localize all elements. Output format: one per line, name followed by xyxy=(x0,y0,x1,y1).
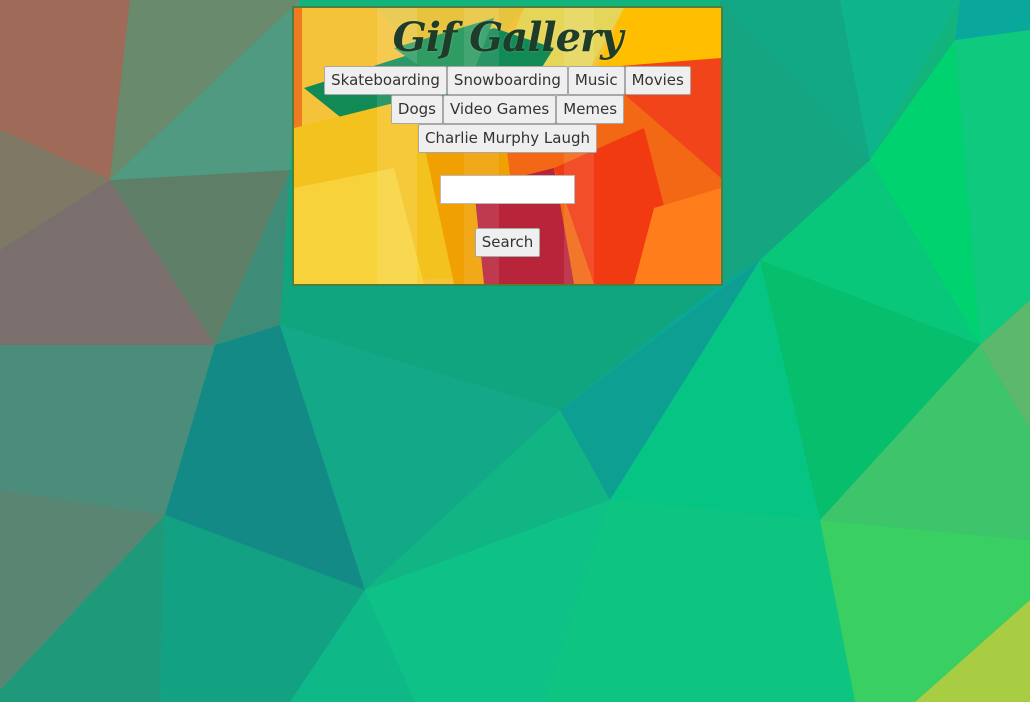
search-button-wrapper: Search xyxy=(294,228,721,257)
search-button[interactable]: Search xyxy=(474,228,541,257)
topic-button-snowboarding[interactable]: Snowboarding xyxy=(446,66,568,95)
header-panel: Gif Gallery Skateboarding Snowboarding M… xyxy=(292,6,723,286)
topic-button-music[interactable]: Music xyxy=(567,66,625,95)
topic-button-skateboarding[interactable]: Skateboarding xyxy=(324,66,447,95)
page-background: Gif Gallery Skateboarding Snowboarding M… xyxy=(0,0,1030,702)
topic-button-video-games[interactable]: Video Games xyxy=(442,95,557,124)
search-input[interactable] xyxy=(440,175,575,204)
topic-button-dogs[interactable]: Dogs xyxy=(390,95,443,124)
topic-button-movies[interactable]: Movies xyxy=(624,66,691,95)
topic-button-charlie-murphy-laugh[interactable]: Charlie Murphy Laugh xyxy=(417,124,598,153)
search-field-wrapper xyxy=(294,175,721,204)
topic-button-memes[interactable]: Memes xyxy=(556,95,625,124)
topic-button-group: Skateboarding Snowboarding Music Movies … xyxy=(303,66,713,153)
page-title: Gif Gallery xyxy=(392,14,624,61)
